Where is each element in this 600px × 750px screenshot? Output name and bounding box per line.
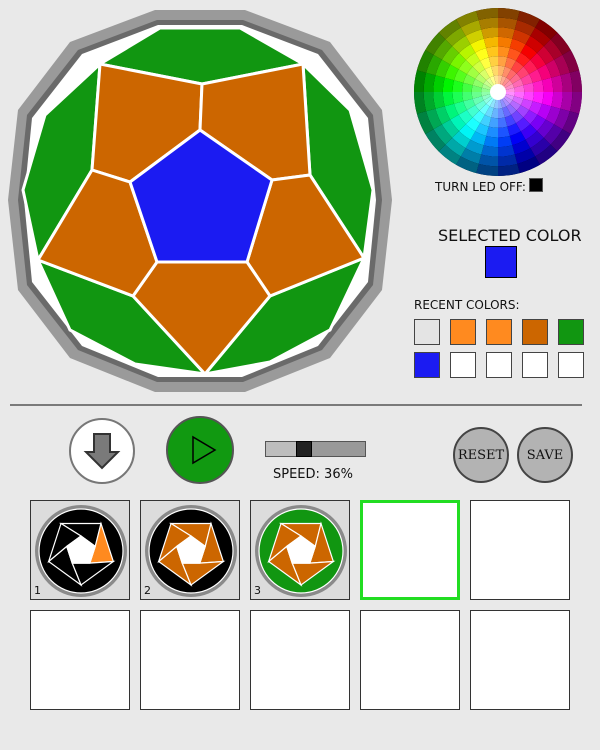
recent-color-swatch[interactable] (450, 319, 476, 345)
color-wheel-cell[interactable] (442, 92, 455, 107)
frame-slot[interactable] (360, 610, 460, 710)
download-button[interactable] (69, 418, 135, 484)
frame-thumbnail (35, 505, 127, 597)
down-arrow-icon (83, 433, 121, 470)
recent-color-swatch[interactable] (558, 352, 584, 378)
color-wheel-cell[interactable] (541, 92, 554, 107)
recent-color-swatch[interactable] (558, 319, 584, 345)
recent-color-swatch[interactable] (522, 319, 548, 345)
color-wheel-cell[interactable] (483, 135, 498, 148)
turn-led-off-button[interactable] (529, 178, 543, 192)
recent-color-swatch[interactable] (414, 352, 440, 378)
frame-slot[interactable]: 3 (250, 500, 350, 600)
speed-slider-handle[interactable] (296, 441, 312, 457)
recent-color-swatch[interactable] (486, 319, 512, 345)
speed-slider-fill (266, 442, 296, 456)
divider (10, 404, 582, 406)
frame-number: 2 (144, 584, 151, 597)
frame-number: 3 (254, 584, 261, 597)
recent-color-swatch[interactable] (450, 352, 476, 378)
frame-slot[interactable] (360, 500, 460, 600)
save-button[interactable]: SAVE (517, 427, 573, 483)
frame-number: 1 (34, 584, 41, 597)
play-button[interactable] (166, 416, 234, 484)
recent-color-swatch[interactable] (414, 319, 440, 345)
ball-editor (8, 10, 392, 392)
frame-slot[interactable] (470, 610, 570, 710)
speed-label: SPEED: 36% (273, 467, 353, 482)
speed-slider[interactable] (265, 441, 366, 457)
color-wheel[interactable] (412, 8, 584, 180)
play-triangle-icon (192, 435, 217, 465)
turn-led-off-label: TURN LED OFF: (435, 180, 526, 194)
recent-color-swatch[interactable] (522, 352, 548, 378)
color-wheel-cell[interactable] (498, 36, 513, 49)
color-wheel-center[interactable] (490, 84, 506, 100)
recent-colors-label: RECENT COLORS: (414, 298, 520, 312)
color-wheel-cell[interactable] (541, 77, 554, 92)
frame-slot[interactable] (470, 500, 570, 600)
frame-thumbnail (145, 505, 237, 597)
color-wheel-cell[interactable] (442, 77, 455, 92)
frame-slot[interactable]: 2 (140, 500, 240, 600)
frame-slot[interactable] (140, 610, 240, 710)
frame-slot[interactable] (250, 610, 350, 710)
reset-button[interactable]: RESET (453, 427, 509, 483)
frame-slot[interactable] (30, 610, 130, 710)
frame-thumbnail (255, 505, 347, 597)
recent-color-swatch[interactable] (486, 352, 512, 378)
frame-slot[interactable]: 1 (30, 500, 130, 600)
color-wheel-cell[interactable] (483, 36, 498, 49)
selected-color-swatch (485, 246, 517, 278)
color-wheel-cell[interactable] (498, 135, 513, 148)
selected-color-label: SELECTED COLOR (438, 226, 582, 245)
